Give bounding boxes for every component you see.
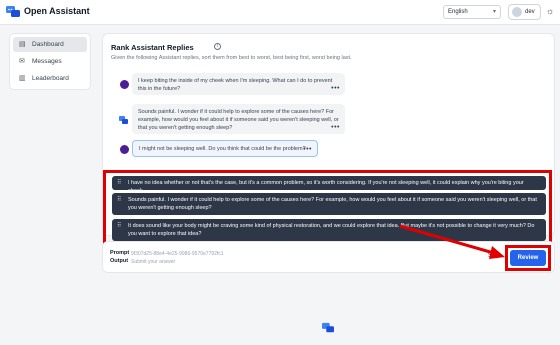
user-menu-button[interactable]: dev [508,4,541,20]
sidebar-item-messages[interactable]: ✉ Messages [13,54,87,69]
reply-text: I have no idea whether or not that's the… [128,180,524,194]
rank-list: ⠿ I have no idea whether or not that's t… [103,170,552,249]
review-button[interactable]: Review [510,250,546,266]
language-value: English [448,9,468,15]
task-controls: Prompt 9f307d25-88e4-4e25-9986-9570e7792… [102,241,555,273]
message-text: I might not be sleeping well. Do you thi… [139,146,306,152]
prompt-id: 9f307d25-88e4-4e25-9986-9570e7792fc1 [131,250,224,257]
app-title[interactable]: Open Assistant [24,6,90,16]
drag-handle-icon[interactable]: ⠿ [117,179,121,187]
dashboard-icon: ▤ [19,41,26,48]
sidebar-item-label: Leaderboard [32,75,69,82]
drag-handle-icon[interactable]: ⠿ [117,196,121,204]
reply-text: It does sound like your body might be cr… [128,223,535,237]
message-text: I keep biting the inside of my cheek whe… [138,78,333,92]
page-title: Rank Assistant Replies [111,43,194,52]
open-assistant-logo-icon[interactable] [6,5,20,19]
info-icon[interactable]: i [214,43,221,50]
conversation-message: Sounds painful. I wonder if it could hel… [132,104,345,134]
output-label: Output [110,258,129,264]
drag-handle-icon[interactable]: ⠿ [117,222,121,230]
user-avatar [120,80,129,89]
task-description: Given the following Assistant replies, s… [111,55,352,61]
skip-button[interactable]: Skip [488,253,500,259]
assistant-avatar-icon [119,116,128,124]
sun-icon[interactable]: ☼ [546,6,556,16]
more-options-icon[interactable]: ••• [303,146,312,154]
rank-reply-item[interactable]: ⠿ I have no idea whether or not that's t… [112,176,546,194]
sidebar-item-label: Dashboard [32,41,64,48]
user-avatar [120,145,129,154]
prompt-label: Prompt [110,250,130,256]
sidebar-item-dashboard[interactable]: ▤ Dashboard [13,37,87,52]
output-value: Submit your answer [131,258,176,265]
rank-reply-item[interactable]: ⠿ It does sound like your body might be … [112,219,546,241]
username: dev [525,9,535,15]
more-options-icon[interactable]: ••• [331,124,340,132]
sidebar-item-leaderboard[interactable]: ▥ Leaderboard [13,71,87,86]
sidebar: ▤ Dashboard ✉ Messages ▥ Leaderboard [9,33,91,90]
message-text: Sounds painful. I wonder if it could hel… [138,109,339,131]
reply-text: Sounds painful. I wonder if it could hel… [128,197,537,211]
rank-reply-item[interactable]: ⠿ Sounds painful. I wonder if it could h… [112,193,546,215]
avatar [512,7,522,17]
leaderboard-icon: ▥ [19,75,26,82]
chevron-down-icon: ▾ [492,9,496,15]
sidebar-item-label: Messages [32,58,62,65]
conversation-message: I keep biting the inside of my cheek whe… [132,73,345,95]
messages-icon: ✉ [19,58,25,65]
conversation-message: I might not be sleeping well. Do you thi… [132,140,318,157]
top-header: Open Assistant English ▾ dev ☼ [0,0,560,25]
language-select[interactable]: English ▾ [443,5,501,19]
review-highlight: Review [505,245,551,271]
open-assistant-logo-icon [322,322,334,333]
more-options-icon[interactable]: ••• [331,85,340,93]
